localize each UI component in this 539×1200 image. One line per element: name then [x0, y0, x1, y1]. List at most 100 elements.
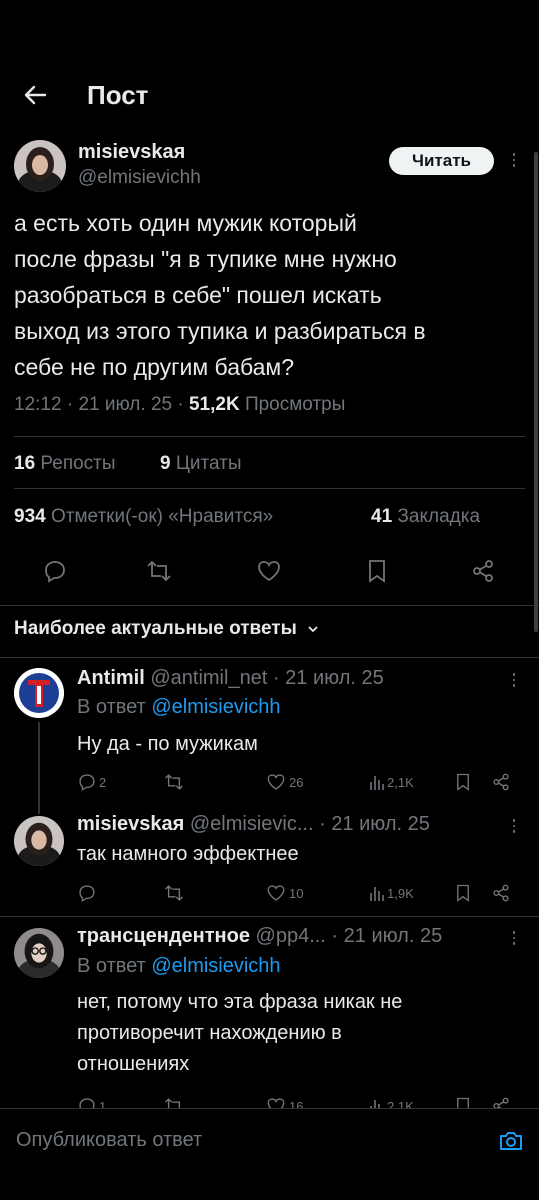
reply-repost-button[interactable]: [163, 883, 185, 908]
views-count: 51,2K: [188, 394, 240, 415]
reply-author-handle[interactable]: @pp4...: [256, 925, 326, 947]
reply-bookmark-button[interactable]: [454, 772, 472, 797]
reply-button[interactable]: [42, 558, 68, 589]
comment-icon: [79, 1098, 95, 1108]
reply-text: так намного эффектнее: [77, 843, 299, 865]
divider: [0, 1108, 539, 1109]
post-text-line: разобраться в себе" пошел искать: [14, 282, 382, 308]
reposts-stat[interactable]: 16 Репосты: [14, 453, 116, 475]
post-author-name[interactable]: misievskaя: [78, 141, 185, 164]
reply-share-button[interactable]: [491, 772, 511, 797]
likes-stat[interactable]: 934 Отметки(-ок) «Нравится»: [14, 506, 273, 528]
reply-repost-button[interactable]: [163, 1096, 185, 1108]
post-author-handle[interactable]: @elmisievichh: [78, 167, 201, 189]
reply-to: В ответ @elmisievichh: [77, 955, 281, 978]
share-button[interactable]: [470, 558, 496, 589]
reply-author-handle[interactable]: @elmisievic...: [190, 813, 314, 835]
comment-icon: [79, 885, 95, 902]
reply-comment-button[interactable]: [77, 883, 97, 908]
reply-author-name[interactable]: misievskaя: [77, 813, 184, 835]
reply-to-handle[interactable]: @elmisievichh: [151, 696, 280, 718]
reply-date[interactable]: 21 июл. 25: [344, 925, 443, 947]
reply-bookmark-button[interactable]: [454, 883, 472, 908]
reply-share-button[interactable]: [491, 1096, 511, 1108]
reposts-label: Репосты: [40, 453, 116, 474]
share-icon: [493, 884, 509, 902]
camera-icon: [500, 1132, 522, 1150]
follow-button[interactable]: Читать: [389, 147, 494, 175]
bookmark-icon: [369, 560, 385, 583]
repost-icon: [165, 774, 183, 790]
more-options-icon[interactable]: [507, 670, 521, 690]
scrollbar[interactable]: [534, 152, 538, 632]
reply-comment-count: 1: [99, 1099, 107, 1108]
reply-to-prefix: В ответ: [77, 955, 146, 977]
reply-author-name[interactable]: Antimil: [77, 667, 145, 689]
bookmark-button[interactable]: [365, 558, 389, 589]
post-author-avatar[interactable]: [14, 140, 66, 192]
post-time: 12:12: [14, 394, 62, 415]
reply-header: misievskaя @elmisievic... · 21 июл. 25: [77, 813, 430, 835]
repost-button[interactable]: [145, 558, 173, 589]
reply-bookmark-button[interactable]: [454, 1096, 472, 1108]
reply-views[interactable]: 1,9K: [369, 883, 414, 908]
reply-views[interactable]: 2,1K: [369, 772, 414, 797]
reply-input[interactable]: Опубликовать ответ: [16, 1129, 202, 1152]
reply-avatar[interactable]: [14, 928, 64, 978]
divider: [0, 657, 539, 658]
divider: [14, 488, 525, 489]
quotes-count: 9: [160, 453, 171, 474]
thread-line: [38, 722, 40, 814]
more-options-icon[interactable]: [507, 928, 521, 948]
reply-like-count: 16: [289, 1099, 304, 1108]
reply-to: В ответ @elmisievichh: [77, 696, 281, 719]
views-chart-icon: [370, 887, 384, 901]
reply-avatar[interactable]: [14, 816, 64, 866]
divider: [0, 916, 539, 917]
like-button[interactable]: [255, 558, 283, 589]
quotes-stat[interactable]: 9 Цитаты: [160, 453, 242, 475]
antimil-logo: [14, 668, 64, 718]
views-chart-icon: [370, 776, 384, 790]
post-text-line: выход из этого тупика и разбираться в: [14, 318, 426, 344]
reply-actions: 1 16 2,1K: [77, 1096, 517, 1108]
reply-views-count: 1,9K: [387, 886, 414, 901]
reply-date[interactable]: 21 июл. 25: [331, 813, 430, 835]
bookmark-icon: [457, 1097, 469, 1108]
comment-icon: [45, 561, 65, 583]
views-label: Просмотры: [244, 394, 346, 415]
reply-author-handle[interactable]: @antimil_net: [150, 667, 267, 689]
camera-button[interactable]: [498, 1128, 524, 1159]
reply-to-handle[interactable]: @elmisievichh: [151, 955, 280, 977]
replies-sort-header[interactable]: Наиболее актуальные ответы: [14, 618, 320, 640]
more-options-icon[interactable]: [507, 816, 521, 836]
more-options-icon[interactable]: [507, 150, 521, 170]
bookmarks-stat[interactable]: 41 Закладка: [371, 506, 480, 528]
reply-repost-button[interactable]: [163, 772, 185, 797]
reply-avatar[interactable]: [14, 668, 64, 718]
avatar-photo: [14, 140, 66, 192]
heart-icon: [267, 774, 285, 790]
post-text-line: после фразы "я в тупике мне нужно: [14, 246, 397, 272]
post-text: а есть хоть один мужик который после фра…: [14, 205, 524, 385]
bookmarks-count: 41: [371, 506, 393, 527]
reply-like-button[interactable]: 26: [265, 772, 303, 797]
reply-comment-button[interactable]: 2: [77, 772, 106, 797]
reply-author-name[interactable]: трансцендентное: [77, 925, 250, 947]
reply-date[interactable]: 21 июл. 25: [285, 667, 384, 689]
reply-share-button[interactable]: [491, 883, 511, 908]
reply-like-count: 26: [289, 775, 304, 790]
share-icon: [473, 560, 493, 582]
views-chart-icon: [370, 1100, 384, 1108]
post-date: 21 июл. 25: [78, 394, 173, 415]
reply-views[interactable]: 2,1K: [369, 1096, 414, 1108]
reply-text-line: противоречит нахождению в: [77, 1022, 342, 1044]
reply-like-button[interactable]: 16: [265, 1096, 303, 1108]
divider: [14, 436, 525, 437]
reply-like-button[interactable]: 10: [265, 883, 303, 908]
likes-label: Отметки(-ок) «Нравится»: [50, 506, 274, 527]
bookmarks-label: Закладка: [397, 506, 481, 527]
reply-comment-button[interactable]: 1: [77, 1096, 106, 1108]
reply-actions: 10 1,9K: [77, 883, 517, 905]
back-button[interactable]: [20, 80, 50, 110]
